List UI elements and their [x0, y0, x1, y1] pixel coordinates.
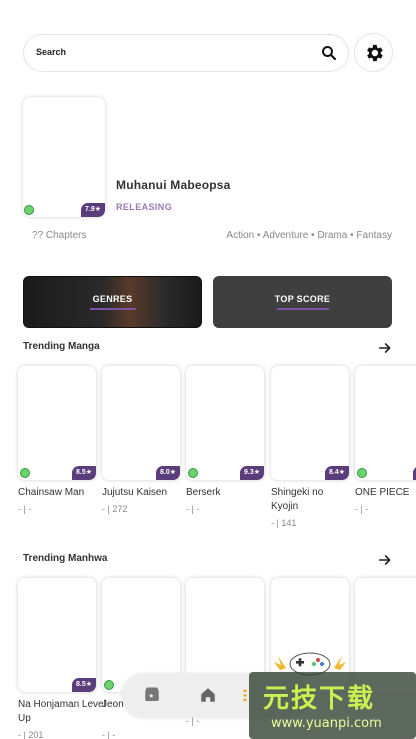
top-score-button[interactable]: TOP SCORE [213, 276, 392, 328]
featured-cover[interactable]: 7.9★ [23, 97, 105, 217]
status-dot [104, 680, 114, 690]
score-badge: 9.3★ [239, 466, 264, 480]
manga-cover[interactable]: 8.4★ [271, 366, 349, 480]
search-row: Search [23, 33, 393, 73]
search-placeholder: Search [36, 47, 67, 57]
genres-button[interactable]: GENRES [23, 276, 202, 328]
featured-title-text: Muhanui Mabeopsa [116, 178, 231, 192]
manga-name: Jujutsu Kaisen [102, 487, 168, 498]
section-title: Trending Manga [23, 341, 100, 352]
gear-icon [366, 44, 383, 61]
top-score-underline [276, 308, 329, 310]
manhwa-name: Na Honjaman Level Up [18, 699, 106, 724]
movie-icon[interactable] [143, 686, 161, 704]
arrow-right-icon[interactable] [377, 552, 393, 568]
manhwa-meta: - | 201 [18, 730, 44, 739]
watermark-title: 元技下载 [263, 684, 376, 714]
arrow-right-icon[interactable] [377, 340, 393, 356]
watermark-url: www.yuanpi.com [271, 716, 382, 731]
status-dot [20, 468, 30, 478]
score-badge: 8.5★ [71, 678, 96, 692]
manga-cover[interactable]: 9 [355, 366, 416, 480]
featured-genres: Action • Adventure • Drama • Fantasy [226, 230, 392, 241]
score-badge: 8.0★ [155, 466, 180, 480]
manga-meta: - | 272 [102, 504, 128, 514]
featured-title[interactable]: 7.9★ Muhanui Mabeopsa RELEASING ?? Chapt… [23, 97, 395, 247]
manga-meta: - | 141 [271, 518, 297, 528]
status-dot [188, 468, 198, 478]
score-badge: 8.5★ [71, 466, 96, 480]
manga-cover[interactable]: 8.5★ [18, 366, 96, 480]
section-title: Trending Manhwa [23, 553, 108, 564]
manga-name: Berserk [186, 487, 221, 498]
home-icon[interactable] [199, 686, 217, 704]
search-icon[interactable] [320, 44, 338, 62]
manhwa-meta: - | - [186, 716, 200, 726]
trending-manhwa-header: Trending Manhwa [23, 552, 403, 568]
manga-meta: - | - [18, 504, 32, 514]
watermark-logo: 元技下载 www.yuanpi.com [249, 672, 416, 739]
score-badge: 8.4★ [324, 466, 349, 480]
manga-meta: - | - [355, 504, 369, 514]
manhwa-meta: - | - [102, 730, 116, 739]
manga-name: Chainsaw Man [18, 487, 85, 498]
status-dot [357, 468, 367, 478]
trending-manga-header: Trending Manga [23, 340, 403, 356]
genres-underline [89, 308, 136, 310]
top-score-label: TOP SCORE [274, 294, 331, 304]
manga-cover[interactable]: 8.0★ [102, 366, 180, 480]
manga-cover[interactable]: 9.3★ [186, 366, 264, 480]
featured-chapters: ?? Chapters [32, 230, 87, 241]
featured-status: RELEASING [116, 202, 173, 212]
score-badge: 7.9★ [80, 203, 105, 217]
manga-name: Shingeki no Kyojin [271, 487, 324, 512]
manhwa-cover[interactable]: 8.5★ [18, 578, 96, 692]
genres-label: GENRES [92, 294, 133, 304]
manga-meta: - | - [186, 504, 200, 514]
manga-name: ONE PIECE [355, 487, 410, 498]
settings-button[interactable] [354, 33, 393, 72]
search-input[interactable]: Search [23, 34, 349, 72]
status-dot [24, 205, 34, 215]
